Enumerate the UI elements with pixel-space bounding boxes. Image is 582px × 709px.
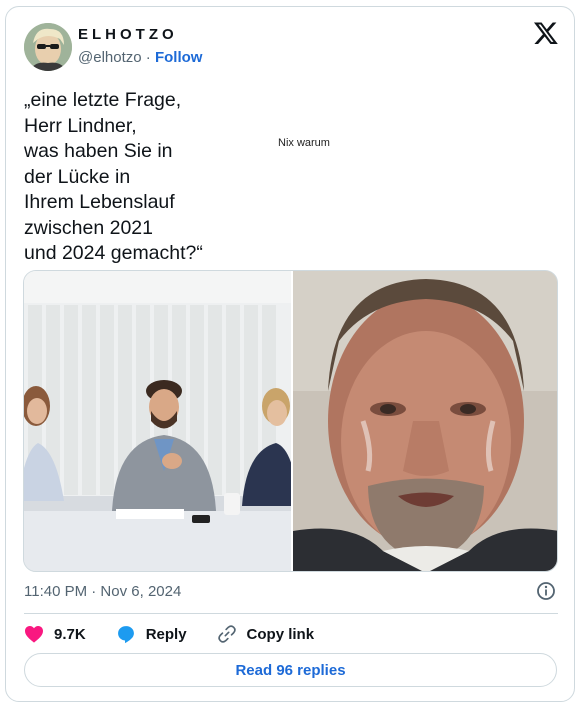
- media-image-job-interview[interactable]: [24, 271, 293, 571]
- reply-bubble-icon: [117, 626, 134, 644]
- media-image-crying-man[interactable]: [293, 271, 557, 571]
- heart-icon: [25, 625, 43, 643]
- avatar[interactable]: [24, 23, 72, 71]
- divider: [24, 613, 558, 614]
- x-logo-icon[interactable]: [533, 20, 559, 46]
- info-icon[interactable]: [536, 581, 556, 601]
- tweet-text: „eine letzte Frage, Herr Lindner, was ha…: [24, 89, 203, 264]
- tweet-actions: 9.7K Reply Copy link: [24, 623, 344, 645]
- link-icon: [217, 625, 236, 643]
- copy-link-label: Copy link: [246, 625, 315, 643]
- author-handle-row: @elhotzo · Follow: [78, 49, 202, 66]
- author-handle[interactable]: @elhotzo: [78, 49, 142, 66]
- reply-button[interactable]: Reply: [116, 624, 187, 644]
- tweet-side-text: Nix warum: [278, 137, 330, 149]
- like-count: 9.7K: [54, 625, 86, 643]
- follow-button[interactable]: Follow: [155, 49, 203, 66]
- tweet-timestamp[interactable]: 11:40 PM · Nov 6, 2024: [24, 583, 181, 600]
- copy-link-button[interactable]: Copy link: [217, 624, 315, 644]
- author-name[interactable]: ELHOTZO: [78, 26, 178, 43]
- like-button[interactable]: 9.7K: [24, 625, 86, 643]
- tweet-media[interactable]: [23, 270, 558, 572]
- handle-separator: ·: [145, 49, 151, 66]
- read-replies-button[interactable]: Read 96 replies: [24, 653, 557, 687]
- reply-label: Reply: [145, 625, 187, 643]
